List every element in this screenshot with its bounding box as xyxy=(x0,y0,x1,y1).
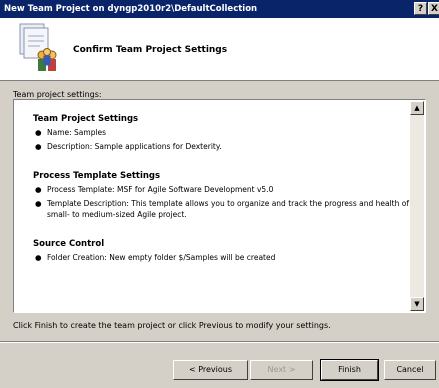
finish-button[interactable]: Finish xyxy=(320,359,379,381)
window-title: New Team Project on dyngp2010r2\DefaultC… xyxy=(4,4,258,14)
button-separator xyxy=(0,341,439,343)
setting-description: Description: Sample applications for Dex… xyxy=(47,142,222,151)
setting-folder-creation: Folder Creation: New empty folder $/Samp… xyxy=(47,253,276,262)
page-title: Confirm Team Project Settings xyxy=(73,45,228,55)
setting-name: Name: Samples xyxy=(47,128,107,137)
dialog-window: New Team Project on dyngp2010r2\DefaultC… xyxy=(0,0,439,388)
cancel-button[interactable]: Cancel xyxy=(384,360,436,380)
wizard-header: Confirm Team Project Settings xyxy=(0,18,439,81)
bullet: ● xyxy=(35,185,42,194)
section-title-team-project: Team Project Settings xyxy=(33,114,139,124)
section-title-source-control: Source Control xyxy=(33,239,105,249)
bullet: ● xyxy=(35,199,42,208)
section-title-process-template: Process Template Settings xyxy=(33,171,161,181)
scroll-up-icon[interactable]: ▲ xyxy=(410,101,424,115)
next-button[interactable]: Next > xyxy=(250,360,313,380)
previous-button[interactable]: < Previous xyxy=(173,360,248,380)
setting-template-description: Template Description: This template allo… xyxy=(47,199,410,219)
settings-summary-box[interactable]: Team Project Settings ● Name: Samples ● … xyxy=(13,99,426,313)
instruction-text: Click Finish to create the team project … xyxy=(13,321,331,330)
bullet: ● xyxy=(35,142,42,151)
help-button[interactable]: ? xyxy=(414,2,427,15)
vertical-scrollbar[interactable]: ▲ ▼ xyxy=(410,101,424,311)
scroll-down-icon[interactable]: ▼ xyxy=(410,297,424,311)
bullet: ● xyxy=(35,253,42,262)
setting-process-template: Process Template: MSF for Agile Software… xyxy=(47,185,274,194)
close-button[interactable]: X xyxy=(428,2,439,15)
bullet: ● xyxy=(35,128,42,137)
title-bar[interactable]: New Team Project on dyngp2010r2\DefaultC… xyxy=(0,0,439,18)
team-project-wizard-icon xyxy=(19,23,57,71)
settings-content: Team Project Settings ● Name: Samples ● … xyxy=(15,101,410,311)
settings-label: Team project settings: xyxy=(13,90,102,99)
